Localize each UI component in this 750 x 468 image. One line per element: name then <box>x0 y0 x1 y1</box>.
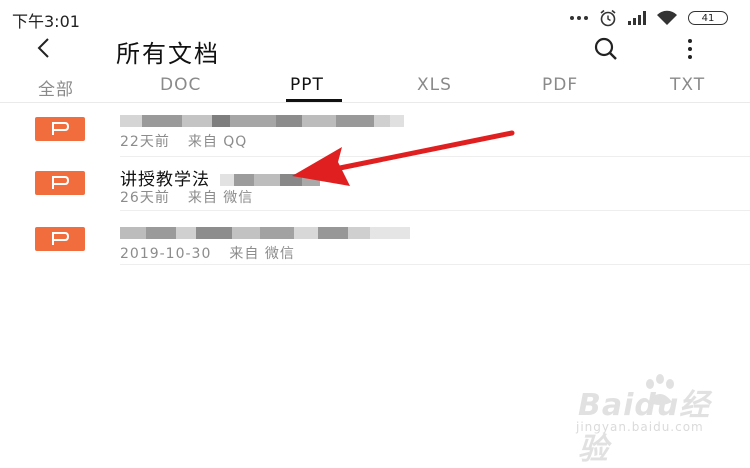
file-time: 26天前 <box>120 190 170 206</box>
obscured-suffix <box>220 174 235 186</box>
tab-doc[interactable]: DOC <box>160 75 201 95</box>
list-item[interactable]: 讲授教学法 26天前 来自 微信 <box>0 157 750 211</box>
active-tab-indicator <box>286 99 342 102</box>
divider <box>120 264 750 265</box>
page-title: 所有文档 <box>116 40 220 68</box>
list-item[interactable]: 22天前 来自 QQ <box>0 103 750 157</box>
battery-icon: 41 <box>688 11 728 25</box>
file-time: 22天前 <box>120 134 170 150</box>
file-meta: 2019-10-30 来自 微信 <box>120 243 295 263</box>
list-item[interactable]: 2019-10-30 来自 微信 <box>0 211 750 265</box>
ppt-file-icon <box>35 117 85 141</box>
back-arrow-icon[interactable] <box>32 36 56 60</box>
file-source: 来自 微信 <box>187 190 254 206</box>
search-icon[interactable] <box>590 35 622 63</box>
file-source: 来自 QQ <box>187 134 248 150</box>
file-name-obscured <box>120 111 404 131</box>
file-time: 2019-10-30 <box>120 246 212 262</box>
status-bar: 下午3:01 41 <box>0 0 750 34</box>
ppt-file-icon <box>35 171 85 195</box>
watermark-url: jingyan.baidu.com <box>576 420 704 434</box>
file-meta: 22天前 来自 QQ <box>120 131 247 151</box>
status-icons: 41 <box>570 8 728 28</box>
alarm-icon <box>600 9 616 27</box>
tab-pdf[interactable]: PDF <box>542 75 578 95</box>
app-header: 所有文档 <box>0 34 750 68</box>
wifi-icon <box>657 10 677 25</box>
more-vertical-icon[interactable] <box>685 38 695 60</box>
tab-all[interactable]: 全部 <box>38 75 74 100</box>
file-name-obscured <box>120 223 410 243</box>
file-type-tabs: 全部 DOC PPT XLS PDF TXT <box>0 70 750 103</box>
file-meta: 26天前 来自 微信 <box>120 187 253 207</box>
ppt-file-icon <box>35 227 85 251</box>
tab-ppt[interactable]: PPT <box>290 75 324 95</box>
more-dots-icon <box>570 16 588 20</box>
file-source: 来自 微信 <box>229 246 295 262</box>
tab-txt[interactable]: TXT <box>670 75 705 95</box>
signal-icon <box>628 11 646 25</box>
tab-xls[interactable]: XLS <box>417 75 452 95</box>
status-time: 下午3:01 <box>12 12 80 31</box>
baidu-watermark: Baidu经验 jingyan.baidu.com <box>560 370 740 467</box>
